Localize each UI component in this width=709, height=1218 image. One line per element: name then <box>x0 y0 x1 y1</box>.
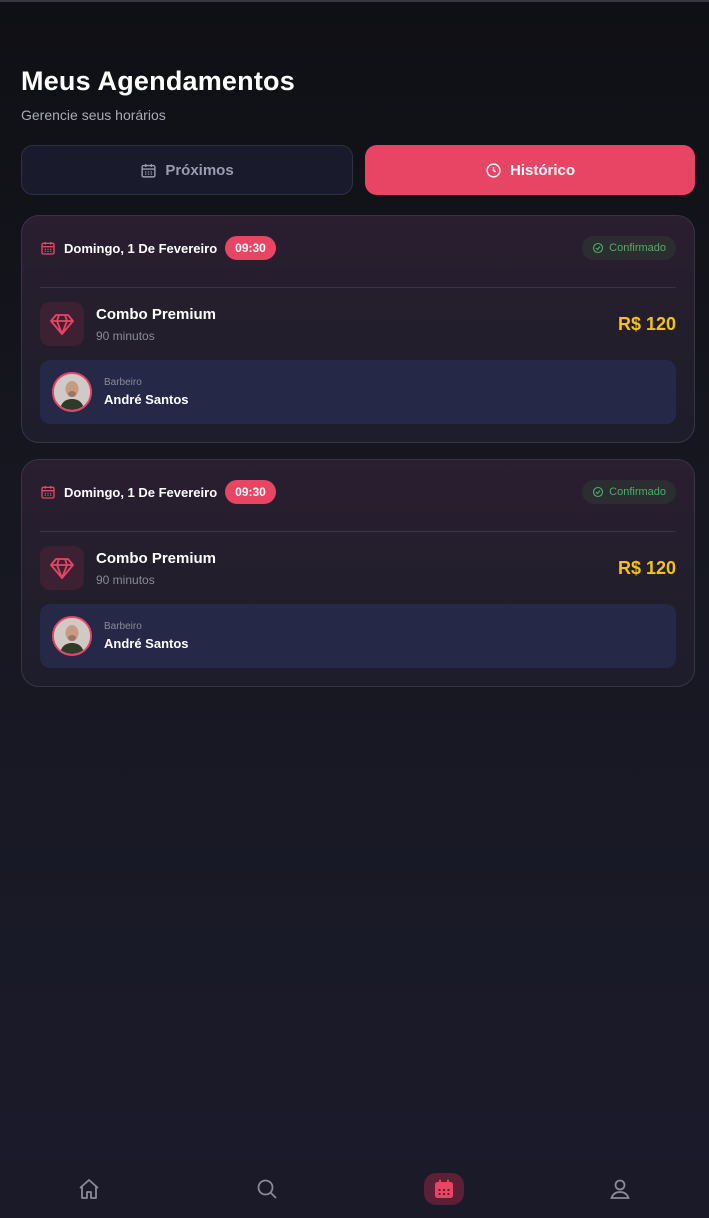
avatar <box>52 616 92 656</box>
status-badge: Confirmado <box>582 480 676 504</box>
check-circle-icon <box>593 242 604 254</box>
service-icon-box <box>40 546 84 590</box>
barber-info: Barbeiro André Santos <box>40 360 676 424</box>
service-name: Combo Premium <box>96 305 217 323</box>
appointments-screen: Meus Agendamentos Gerencie seus horários… <box>0 0 709 1218</box>
barber-name: André Santos <box>104 636 189 651</box>
tab-bar: Próximos Histórico <box>21 145 695 195</box>
time-badge: 09:30 <box>225 236 276 260</box>
service-price: R$ 120 <box>617 313 676 334</box>
barber-role: Barbeiro <box>104 377 142 388</box>
search-icon <box>257 1179 278 1199</box>
clock-icon <box>486 162 501 178</box>
calendar-icon <box>41 486 55 499</box>
home-icon <box>79 1179 99 1199</box>
tab-historico[interactable]: Histórico <box>365 145 695 195</box>
bottom-navigation <box>0 1160 709 1218</box>
service-price: R$ 120 <box>617 557 676 578</box>
avatar <box>52 372 92 412</box>
calendar-icon <box>141 163 156 178</box>
status-label: Confirmado <box>609 242 666 254</box>
service-duration: 90 minutos <box>96 328 155 343</box>
divider <box>40 531 676 532</box>
status-badge: Confirmado <box>582 236 676 260</box>
appointment-date: Domingo, 1 De Fevereiro <box>64 240 218 256</box>
diamond-icon <box>50 558 74 579</box>
calendar-icon <box>41 242 55 255</box>
diamond-icon <box>50 314 74 335</box>
service-name: Combo Premium <box>96 549 217 567</box>
time-badge: 09:30 <box>225 480 276 504</box>
calendar-icon <box>434 1179 453 1198</box>
page-title: Meus Agendamentos <box>21 66 295 96</box>
service-row: Combo Premium 90 minutos R$ 120 <box>40 546 676 590</box>
appointment-header: Domingo, 1 De Fevereiro 09:30 Confirmado <box>40 479 676 505</box>
barber-photo <box>54 374 90 410</box>
barber-photo <box>54 618 90 654</box>
tab-label: Próximos <box>165 161 234 179</box>
divider <box>40 287 676 288</box>
appointment-header: Domingo, 1 De Fevereiro 09:30 Confirmado <box>40 235 676 261</box>
nav-profile[interactable] <box>598 1171 642 1207</box>
service-row: Combo Premium 90 minutos R$ 120 <box>40 302 676 346</box>
nav-home[interactable] <box>67 1171 111 1207</box>
tab-proximos[interactable]: Próximos <box>21 145 353 195</box>
service-icon-box <box>40 302 84 346</box>
user-icon <box>610 1179 630 1199</box>
nav-search[interactable] <box>245 1171 289 1207</box>
appointment-date: Domingo, 1 De Fevereiro <box>64 484 218 500</box>
appointment-card[interactable]: Domingo, 1 De Fevereiro 09:30 Confirmado… <box>21 459 695 687</box>
barber-details: Barbeiro André Santos <box>104 621 189 651</box>
service-info: Combo Premium 90 minutos <box>96 550 216 587</box>
tab-label: Histórico <box>509 161 575 179</box>
service-info: Combo Premium 90 minutos <box>96 306 216 343</box>
barber-details: Barbeiro André Santos <box>104 377 189 407</box>
barber-role: Barbeiro <box>104 621 142 632</box>
barber-info: Barbeiro André Santos <box>40 604 676 668</box>
status-label: Confirmado <box>609 486 666 498</box>
check-circle-icon <box>593 486 604 498</box>
barber-name: André Santos <box>104 392 189 407</box>
page-header: Meus Agendamentos Gerencie seus horários <box>21 66 295 123</box>
nav-appointments[interactable] <box>423 1173 464 1205</box>
service-duration: 90 minutos <box>96 572 155 587</box>
appointment-card[interactable]: Domingo, 1 De Fevereiro 09:30 Confirmado… <box>21 215 695 443</box>
page-subtitle: Gerencie seus horários <box>21 107 166 123</box>
